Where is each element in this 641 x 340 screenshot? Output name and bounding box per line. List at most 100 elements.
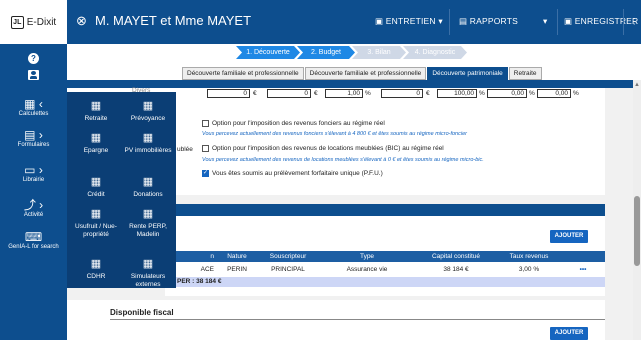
value-input-7[interactable]: 0,00 — [537, 89, 571, 98]
step-bilan[interactable]: 3. Bilan — [352, 46, 406, 59]
section-header-capital: ) — [165, 204, 605, 216]
calculator-icon: ▦ — [142, 208, 154, 220]
user-icon — [28, 70, 39, 80]
option-pfu[interactable]: ✓ Vous êtes soumis au prélèvement forfai… — [202, 170, 383, 177]
calculator-icon: ▦ — [142, 132, 154, 144]
menu-item-prevoyance[interactable]: ▦ Prévoyance — [123, 100, 173, 123]
cell-nature: PERIN — [217, 262, 257, 278]
calculator-icon: ▦ ‹ — [24, 97, 43, 111]
left-sidebar: JL E-Dixit ? ▦ ‹ Calculettes ▤ › Formula… — [0, 0, 67, 340]
app-name: E-Dixit — [26, 16, 57, 28]
tab-decouverte-familiale-1[interactable]: Découverte familiale et professionnelle — [182, 67, 304, 80]
unit-label: % — [529, 90, 535, 97]
help-button[interactable]: ? — [0, 53, 67, 64]
add-dispo-button[interactable]: AJOUTER — [550, 327, 588, 340]
menu-item-rente-perp[interactable]: ▦ Rente PERP, Madelin — [123, 208, 173, 239]
menu-item-retraite[interactable]: ▦ Retraite — [71, 100, 121, 123]
column-header: Capital constitué — [415, 251, 497, 262]
menu-item-label: Simulateurs externes — [130, 273, 166, 288]
unit-label: € — [426, 90, 430, 97]
sidebar-item-label: GenIA-L for search — [8, 244, 59, 250]
checkbox-checked[interactable]: ✓ — [202, 170, 209, 177]
step-decouverte[interactable]: 1. Découverte — [236, 46, 300, 59]
step-budget[interactable]: 2. Budget — [297, 46, 355, 59]
sidebar-item-genial[interactable]: ⌨ GenIA-L for search — [0, 230, 67, 251]
divider — [449, 9, 450, 35]
document-icon: ▤ — [459, 16, 470, 26]
menu-item-label: Epargne — [83, 147, 109, 154]
calculator-icon: ▦ — [90, 100, 102, 112]
table-header-row: n Nature Souscripteur Type Capital const… — [175, 251, 605, 262]
save-label: ENREGISTRER — [574, 16, 639, 26]
client-title: M. MAYET et Mme MAYET — [95, 13, 252, 28]
form-icon: ▤ › — [24, 128, 43, 142]
dispo-divider — [110, 319, 605, 320]
entretien-label: ENTRETIEN — [385, 16, 436, 26]
value-input-1[interactable]: 0 — [207, 89, 250, 98]
menu-item-label: PV immobilières — [124, 147, 172, 154]
info-locations-meublees: Vous percevez actuellement des revenus d… — [202, 157, 484, 163]
unit-label: % — [479, 90, 485, 97]
menu-item-label: Prévoyance — [130, 115, 166, 122]
app-logo[interactable]: JL E-Dixit — [0, 0, 67, 44]
column-header: Type — [319, 251, 415, 262]
menu-item-donations[interactable]: ▦ Donations — [123, 176, 173, 199]
unit-label: € — [253, 90, 257, 97]
sidebar-item-calculettes[interactable]: ▦ ‹ Calculettes — [0, 97, 67, 117]
save-button[interactable]: ▣ ENREGISTRER — [564, 16, 638, 27]
column-header: Souscripteur — [257, 251, 319, 262]
menu-item-pv-immobilieres[interactable]: ▦ PV immobilières — [123, 132, 173, 155]
table-row[interactable]: ACE PERIN PRINCIPAL Assurance vie 38 184… — [175, 262, 605, 278]
value-input-4[interactable]: 0 — [381, 89, 423, 98]
cell-souscripteur: PRINCIPAL — [257, 262, 319, 278]
menu-item-label: Retraite — [84, 115, 108, 122]
tab-retraite[interactable]: Retraite — [508, 67, 542, 80]
menu-item-epargne[interactable]: ▦ Epargne — [71, 132, 121, 155]
rapports-button[interactable]: ▤ RAPPORTS — [459, 16, 518, 27]
value-input-5[interactable]: 100,00 — [437, 89, 477, 98]
dispo-title: Disponible fiscal — [110, 308, 174, 317]
option-revenus-fonciers[interactable]: Option pour l'imposition des revenus fon… — [202, 120, 385, 127]
unit-label: € — [314, 90, 318, 97]
tab-decouverte-familiale-2[interactable]: Découverte familiale et professionnelle — [304, 67, 427, 80]
sidebar-item-formulaires[interactable]: ▤ › Formulaires — [0, 128, 67, 148]
more-vertical-icon: ⋮ — [630, 16, 639, 26]
scroll-up-icon[interactable]: ▲ — [634, 82, 640, 88]
menu-item-usufruit[interactable]: ▦ Usufruit / Nue-propriété — [71, 208, 121, 239]
column-header: Nature — [217, 251, 257, 262]
menu-item-label: Donations — [133, 191, 163, 198]
tab-decouverte-patrimoniale[interactable]: Découverte patrimoniale — [427, 67, 508, 80]
menu-item-simulateurs[interactable]: ▦ Simulateurs externes — [123, 258, 173, 289]
user-button[interactable] — [0, 70, 67, 82]
cell-name: ACE — [175, 262, 217, 278]
briefcase-icon: ▣ — [375, 16, 386, 26]
menu-item-credit[interactable]: ▦ Crédit — [71, 176, 121, 199]
value-input-2[interactable]: 0 — [267, 89, 311, 98]
tab-underline — [67, 80, 633, 88]
step-diagnostic[interactable]: 4. Diagnostic — [403, 46, 467, 59]
checkbox-unchecked[interactable] — [202, 120, 209, 127]
sidebar-item-label: Librairie — [22, 177, 45, 183]
value-input-6[interactable]: 0,00 — [487, 89, 527, 98]
help-icon: ? — [28, 53, 39, 64]
sidebar-item-activite[interactable]: ⤴ › Activité — [0, 198, 67, 218]
sidebar-item-librairie[interactable]: ▭ › Librairie — [0, 163, 67, 183]
info-revenus-fonciers: Vous percevez actuellement des revenus f… — [202, 131, 467, 137]
capital-total: PER : 38 184 € — [175, 277, 605, 287]
column-header — [561, 251, 605, 262]
menu-item-cdhr[interactable]: ▦ CDHR — [71, 258, 121, 281]
tab-bar: Découverte familiale et professionnelle … — [182, 67, 543, 80]
add-capital-button[interactable]: AJOUTER — [550, 230, 588, 243]
close-icon[interactable]: ⊗ — [76, 13, 87, 29]
rapports-dropdown-button[interactable]: ▾ — [543, 16, 547, 27]
scrollbar-thumb[interactable] — [634, 196, 640, 266]
menu-item-label: CDHR — [86, 273, 106, 280]
row-menu-icon[interactable]: ••• — [561, 262, 605, 278]
entretien-button[interactable]: ▣ ENTRETIEN ▾ — [375, 16, 443, 27]
option-locations-meublees[interactable]: Option pour l'imposition des revenus de … — [202, 145, 444, 152]
option-label: Vous êtes soumis au prélèvement forfaita… — [212, 170, 383, 177]
more-menu-button[interactable]: ⋮ — [630, 16, 639, 27]
capital-table: n Nature Souscripteur Type Capital const… — [175, 251, 605, 278]
checkbox-unchecked[interactable] — [202, 145, 209, 152]
value-input-3[interactable]: 1,00 — [325, 89, 363, 98]
